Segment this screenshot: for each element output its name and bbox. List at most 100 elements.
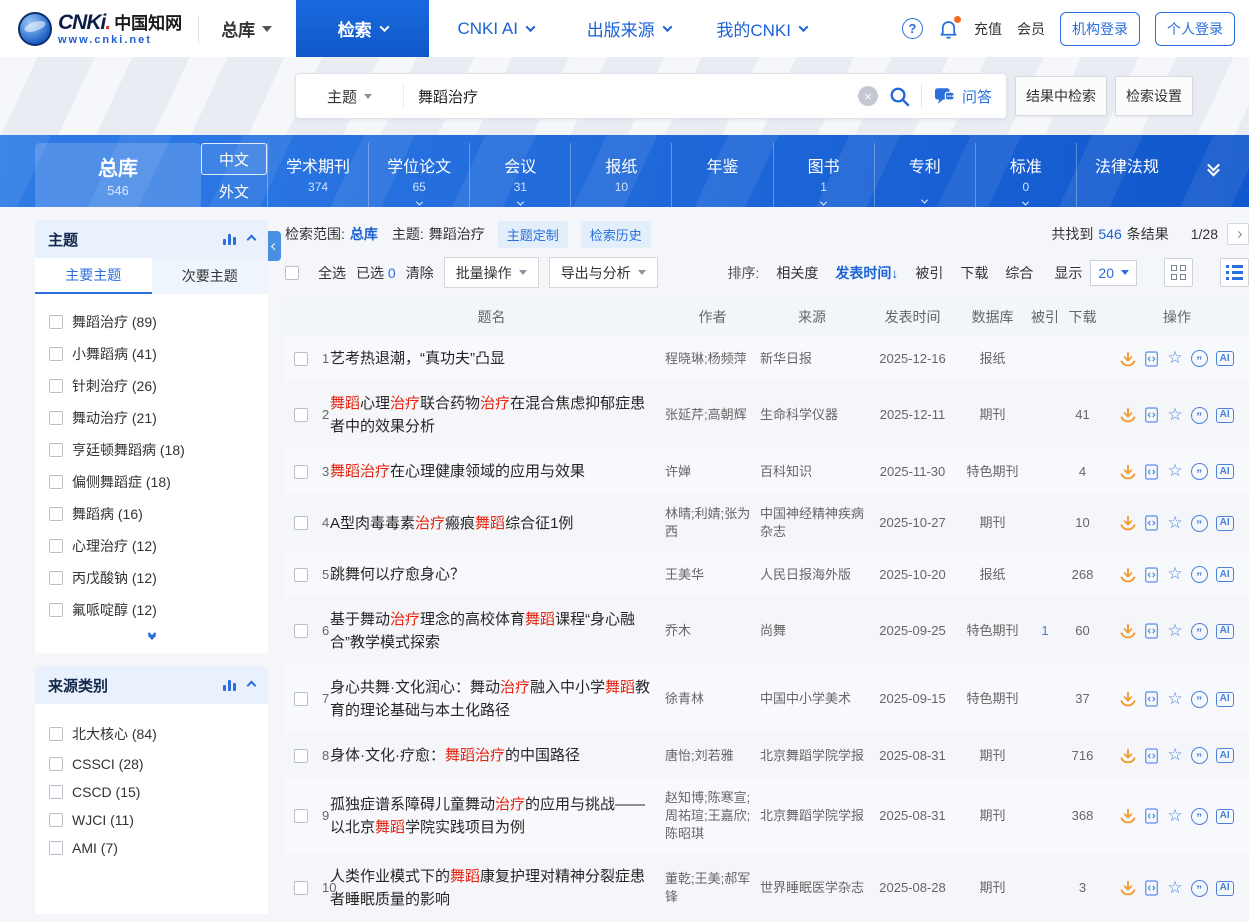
list-view-button[interactable] bbox=[1220, 258, 1249, 287]
topic-filter-item[interactable]: 舞蹈治疗 (89) bbox=[49, 312, 254, 332]
chevron-up-icon[interactable] bbox=[247, 234, 257, 244]
cite-quote-icon[interactable]: ” bbox=[1191, 747, 1208, 764]
checkbox[interactable] bbox=[49, 841, 63, 855]
topic-filter-item[interactable]: 小舞蹈病 (41) bbox=[49, 344, 254, 364]
topic-filter-item[interactable]: 亨廷顿舞蹈病 (18) bbox=[49, 440, 254, 460]
col-cited[interactable]: 被引 bbox=[1030, 307, 1060, 327]
result-source[interactable]: 生命科学仪器 bbox=[760, 406, 870, 424]
download-icon[interactable] bbox=[1120, 515, 1136, 531]
favorite-star-icon[interactable]: ☆ bbox=[1167, 691, 1182, 708]
checkbox[interactable] bbox=[49, 813, 63, 827]
row-checkbox[interactable] bbox=[294, 516, 308, 530]
html-read-icon[interactable] bbox=[1144, 748, 1159, 764]
sort-relevance[interactable]: 相关度 bbox=[776, 263, 818, 283]
col-downloads[interactable]: 下载 bbox=[1060, 307, 1105, 327]
download-icon[interactable] bbox=[1120, 464, 1136, 480]
tab-publication-source[interactable]: 出版来源 bbox=[562, 0, 695, 57]
page-size-select[interactable]: 20 bbox=[1090, 260, 1137, 286]
source-category-header[interactable]: 来源类别 bbox=[35, 666, 268, 704]
row-checkbox[interactable] bbox=[294, 692, 308, 706]
ai-icon[interactable]: AI bbox=[1216, 624, 1234, 639]
lang-tab-chinese[interactable]: 中文 bbox=[201, 143, 267, 175]
result-title-link[interactable]: 舞蹈治疗在心理健康领域的应用与效果 bbox=[330, 460, 653, 483]
topic-filter-item[interactable]: 丙戊酸钠 (12) bbox=[49, 568, 254, 588]
select-all-label[interactable]: 全选 bbox=[318, 263, 346, 283]
col-authors[interactable]: 作者 bbox=[665, 307, 760, 327]
bar-chart-icon[interactable] bbox=[223, 233, 236, 245]
result-title-link[interactable]: 人类作业模式下的舞蹈康复护理对精神分裂症患者睡眠质量的影响 bbox=[330, 865, 653, 911]
library-dropdown[interactable]: 总库 bbox=[221, 16, 272, 41]
row-checkbox[interactable] bbox=[294, 465, 308, 479]
topic-filter-item[interactable]: 偏侧舞蹈症 (18) bbox=[49, 472, 254, 492]
html-read-icon[interactable] bbox=[1144, 351, 1159, 367]
result-authors[interactable]: 程晓琳;杨频萍 bbox=[665, 350, 760, 368]
scope-value[interactable]: 总库 bbox=[350, 224, 378, 244]
download-icon[interactable] bbox=[1120, 808, 1136, 824]
result-authors[interactable]: 王美华 bbox=[665, 566, 760, 584]
result-title-link[interactable]: 跳舞何以疗愈身心？ bbox=[330, 563, 653, 586]
ai-icon[interactable]: AI bbox=[1216, 881, 1234, 896]
search-field-dropdown[interactable]: 主题 bbox=[296, 83, 404, 109]
search-in-results-button[interactable]: 结果中检索 bbox=[1015, 76, 1107, 116]
checkbox[interactable] bbox=[49, 411, 63, 425]
ai-icon[interactable]: AI bbox=[1216, 748, 1234, 763]
sort-comprehensive[interactable]: 综合 bbox=[1005, 263, 1033, 283]
favorite-star-icon[interactable]: ☆ bbox=[1167, 350, 1182, 367]
tab-cnki-ai[interactable]: CNKI AI bbox=[429, 0, 562, 57]
lang-tab-foreign[interactable]: 外文 bbox=[201, 175, 267, 207]
source-filter-item[interactable]: AMI (7) bbox=[49, 840, 254, 856]
more-categories-button[interactable] bbox=[1177, 135, 1249, 207]
download-icon[interactable] bbox=[1120, 691, 1136, 707]
search-settings-button[interactable]: 检索设置 bbox=[1115, 76, 1193, 116]
col-source[interactable]: 来源 bbox=[760, 307, 870, 327]
result-authors[interactable]: 林晴;利婧;张为西 bbox=[665, 505, 760, 541]
source-filter-item[interactable]: CSSCI (28) bbox=[49, 756, 254, 772]
source-filter-item[interactable]: WJCI (11) bbox=[49, 812, 254, 828]
result-authors[interactable]: 董乾;王美;郝军锋 bbox=[665, 870, 760, 906]
topic-filter-item[interactable]: 针刺治疗 (26) bbox=[49, 376, 254, 396]
nav-category-laws-regulations[interactable]: 法律法规 bbox=[1076, 143, 1177, 207]
html-read-icon[interactable] bbox=[1144, 623, 1159, 639]
search-history-button[interactable]: 检索历史 bbox=[581, 221, 651, 248]
favorite-star-icon[interactable]: ☆ bbox=[1167, 623, 1182, 640]
result-source[interactable]: 百科知识 bbox=[760, 463, 870, 481]
result-authors[interactable]: 乔木 bbox=[665, 622, 760, 640]
result-source[interactable]: 尚舞 bbox=[760, 622, 870, 640]
result-authors[interactable]: 张延芹;高朝辉 bbox=[665, 406, 760, 424]
cite-quote-icon[interactable]: ” bbox=[1191, 691, 1208, 708]
grid-view-button[interactable] bbox=[1164, 258, 1193, 287]
cite-quote-icon[interactable]: ” bbox=[1191, 808, 1208, 825]
checkbox[interactable] bbox=[49, 315, 63, 329]
result-source[interactable]: 世界睡眠医学杂志 bbox=[760, 879, 870, 897]
cite-quote-icon[interactable]: ” bbox=[1191, 407, 1208, 424]
favorite-star-icon[interactable]: ☆ bbox=[1167, 808, 1182, 825]
row-checkbox[interactable] bbox=[294, 809, 308, 823]
qa-button[interactable]: 问答 bbox=[934, 86, 992, 107]
member-link[interactable]: 会员 bbox=[1017, 19, 1045, 39]
html-read-icon[interactable] bbox=[1144, 808, 1159, 824]
ai-icon[interactable]: AI bbox=[1216, 809, 1234, 824]
nav-category-patents[interactable]: 专利 bbox=[874, 143, 975, 207]
checkbox[interactable] bbox=[49, 571, 63, 585]
checkbox[interactable] bbox=[49, 347, 63, 361]
cite-quote-icon[interactable]: ” bbox=[1191, 566, 1208, 583]
html-read-icon[interactable] bbox=[1144, 567, 1159, 583]
row-checkbox[interactable] bbox=[294, 568, 308, 582]
checkbox[interactable] bbox=[49, 727, 63, 741]
download-icon[interactable] bbox=[1120, 880, 1136, 896]
html-read-icon[interactable] bbox=[1144, 880, 1159, 896]
checkbox[interactable] bbox=[49, 475, 63, 489]
html-read-icon[interactable] bbox=[1144, 464, 1159, 480]
download-icon[interactable] bbox=[1120, 351, 1136, 367]
html-read-icon[interactable] bbox=[1144, 407, 1159, 423]
checkbox[interactable] bbox=[49, 603, 63, 617]
result-source[interactable]: 中国神经精神疾病杂志 bbox=[760, 505, 870, 541]
nav-category-yearbooks[interactable]: 年鉴 bbox=[671, 143, 772, 207]
cite-quote-icon[interactable]: ” bbox=[1191, 880, 1208, 897]
clear-selection-button[interactable]: 清除 bbox=[406, 263, 434, 283]
next-page-button[interactable] bbox=[1227, 223, 1249, 245]
checkbox[interactable] bbox=[49, 785, 63, 799]
tab-main-topic[interactable]: 主要主题 bbox=[35, 258, 152, 294]
result-authors[interactable]: 赵知博;陈寒宣;周祐瑄;王嘉欣;陈昭琪 bbox=[665, 789, 760, 843]
favorite-star-icon[interactable]: ☆ bbox=[1167, 747, 1182, 764]
